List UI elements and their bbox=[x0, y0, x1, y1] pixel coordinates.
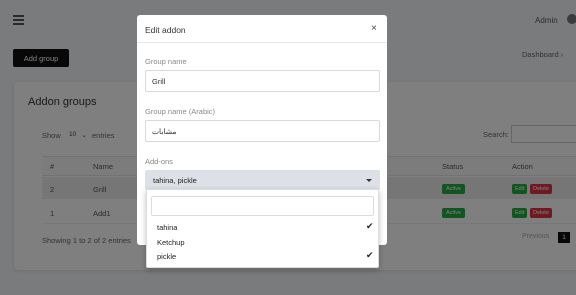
group-name-input[interactable]: Grill bbox=[145, 70, 380, 92]
modal-title: Edit addon bbox=[145, 25, 186, 35]
group-name-label: Group name bbox=[145, 57, 187, 66]
group-name-arabic-label: Group name (Arabic) bbox=[145, 107, 216, 116]
dropdown-option-pickle[interactable]: pickle bbox=[157, 252, 176, 261]
modal-header: Edit addon × bbox=[137, 15, 387, 43]
caret-down-icon bbox=[366, 178, 372, 182]
close-icon[interactable]: × bbox=[371, 23, 377, 34]
dropdown-search-input[interactable] bbox=[151, 196, 374, 216]
group-name-arabic-input[interactable]: مشابات bbox=[145, 120, 380, 142]
dropdown-option-ketchup[interactable]: Ketchup bbox=[157, 238, 185, 247]
check-icon: ✔ bbox=[366, 221, 374, 231]
dropdown-option-tahina[interactable]: tahina bbox=[157, 223, 177, 232]
addons-select-value: tahina, pickle bbox=[153, 175, 197, 185]
addons-label: Add-ons bbox=[145, 157, 173, 166]
addons-select[interactable]: tahina, pickle bbox=[145, 170, 380, 190]
check-icon: ✔ bbox=[366, 250, 374, 260]
